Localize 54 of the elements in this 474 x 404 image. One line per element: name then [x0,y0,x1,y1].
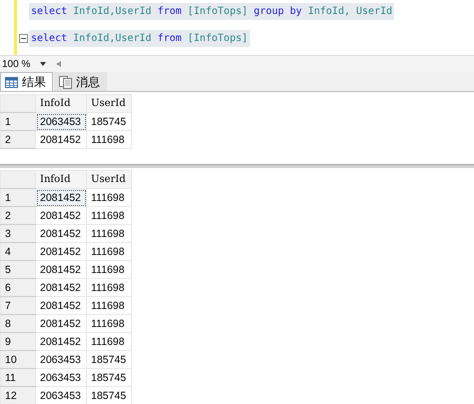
row-number[interactable]: 9 [0,332,36,350]
tab[interactable]: 消息 [54,72,107,91]
table-cell[interactable]: 111698 [86,242,132,260]
table-cell[interactable]: 2081452 [36,296,86,314]
table-cell[interactable]: 2081452 [36,242,86,260]
row-number[interactable]: 6 [0,278,36,296]
column-header[interactable]: UserId [86,170,132,188]
zoom-dropdown[interactable]: 100 % [2,58,50,70]
table-cell[interactable]: 2081452 [36,206,86,224]
collapse-icon[interactable] [18,34,28,43]
table-cell[interactable]: 2081452 [36,130,86,148]
table-cell[interactable]: 111698 [86,188,132,206]
table-cell[interactable]: 111698 [86,224,132,242]
caret-icon [40,62,46,66]
table-cell[interactable]: 185745 [86,350,132,368]
table-cell[interactable]: 185745 [86,368,132,386]
document-icon [59,76,72,88]
table-cell[interactable]: 111698 [86,332,132,350]
table-cell[interactable]: 2081452 [36,224,86,242]
table-cell[interactable]: 111698 [86,260,132,278]
table-cell[interactable]: 2081452 [36,314,86,332]
table-cell[interactable]: 2063453 [36,112,86,130]
row-number[interactable]: 4 [0,242,36,260]
grid-corner [0,94,36,112]
row-number[interactable]: 2 [0,130,36,148]
row-number[interactable]: 11 [0,368,36,386]
table-cell[interactable]: 2081452 [36,188,86,206]
table-cell[interactable]: 185745 [86,112,132,130]
table-cell[interactable]: 2063453 [36,350,86,368]
tab[interactable]: 结果 [0,72,53,91]
grid-icon [5,76,18,88]
scroll-left-icon[interactable] [56,61,62,67]
table-cell[interactable]: 111698 [86,130,132,148]
table-cell[interactable]: 111698 [86,314,132,332]
column-header[interactable]: UserId [86,94,132,112]
grid-corner [0,170,36,188]
row-number[interactable]: 5 [0,260,36,278]
table-cell[interactable]: 111698 [86,278,132,296]
row-number[interactable]: 1 [0,188,36,206]
row-number[interactable]: 7 [0,296,36,314]
table-cell[interactable]: 111698 [86,206,132,224]
table-cell[interactable]: 111698 [86,296,132,314]
row-number[interactable]: 3 [0,224,36,242]
row-number[interactable]: 2 [0,206,36,224]
table-cell[interactable]: 2081452 [36,332,86,350]
table-cell[interactable]: 2081452 [36,260,86,278]
row-number[interactable]: 8 [0,314,36,332]
row-number[interactable]: 10 [0,350,36,368]
table-cell[interactable]: 2063453 [36,368,86,386]
column-header[interactable]: InfoId [36,170,86,188]
table-cell[interactable]: 2081452 [36,278,86,296]
column-header[interactable]: InfoId [36,94,86,112]
row-number[interactable]: 12 [0,386,36,404]
row-number[interactable]: 1 [0,112,36,130]
